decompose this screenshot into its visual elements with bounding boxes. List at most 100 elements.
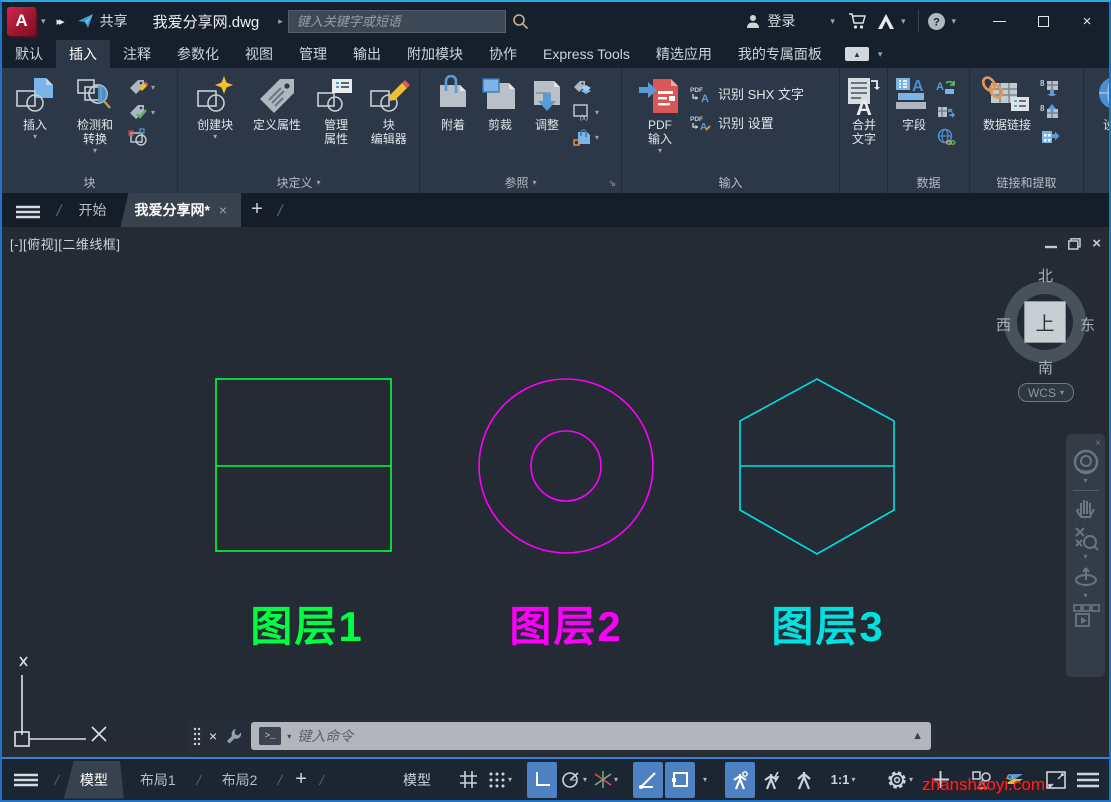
panel-reference-label[interactable]: 参照▾⇘ [420, 171, 621, 193]
set-location-button[interactable]: 设置 [1092, 74, 1109, 133]
navigation-wheel-icon[interactable] [1073, 449, 1099, 475]
tab-annotate[interactable]: 注释 [110, 40, 164, 68]
app-menu-caret-icon[interactable]: ▾ [41, 16, 46, 27]
command-history-toggle-icon[interactable]: ▲ [912, 730, 923, 742]
extract-data-button[interactable] [1040, 128, 1060, 146]
panel-block-label[interactable]: 块 [2, 171, 177, 193]
layout-tab-layout1[interactable]: 布局1 [124, 761, 192, 799]
command-input-area[interactable]: >_ ▾ ▲ [251, 722, 931, 750]
search-input[interactable] [288, 10, 506, 33]
command-customize-wrench-icon[interactable] [225, 727, 243, 745]
attach-button[interactable]: 附着 [430, 74, 476, 133]
ribbon-collapse-button[interactable]: ▲▾ [845, 40, 888, 68]
clip-button[interactable]: 剪裁 [478, 74, 522, 133]
annotation-visibility-toggle[interactable] [725, 762, 755, 798]
annotation-scale-button[interactable] [789, 762, 819, 798]
object-snap-caret-button[interactable]: ▾ [697, 762, 713, 798]
tab-express-tools[interactable]: Express Tools [530, 40, 643, 68]
viewcube-west-label[interactable]: 西 [996, 314, 1011, 335]
viewcube-north-label[interactable]: 北 [1038, 265, 1053, 286]
command-grip-handle[interactable] [193, 727, 201, 745]
frames-button[interactable]: (x) ▾ [572, 103, 599, 121]
download-from-source-button[interactable]: 8 [1040, 78, 1060, 96]
recognition-settings-button[interactable]: PDFA 识别 设置 [690, 113, 804, 132]
layout-tab-layout2[interactable]: 布局2 [206, 761, 274, 799]
navbar-close-icon[interactable]: × [1095, 438, 1101, 449]
layout-menu-hamburger-icon[interactable] [14, 773, 38, 787]
define-attributes-button[interactable]: 定义属性 [244, 74, 310, 133]
detect-convert-button[interactable]: 检测和 转换 ▾ [64, 74, 126, 155]
adjust-button[interactable]: 调整 [524, 74, 570, 133]
manage-attributes-button[interactable]: 管理 属性 [312, 74, 361, 147]
create-block-button[interactable]: 创建块 ▾ [188, 74, 242, 141]
status-customization-button[interactable] [1073, 762, 1103, 798]
new-drawing-button[interactable]: + [241, 196, 273, 227]
underlay-layers-button[interactable] [572, 78, 599, 96]
data-link-button[interactable]: 数据链接 [976, 74, 1038, 133]
tab-parametric[interactable]: 参数化 [164, 40, 232, 68]
file-tab-document[interactable]: 我爱分享网* × [120, 193, 241, 227]
file-tab-close-icon[interactable]: × [219, 202, 227, 218]
polar-caret-icon[interactable]: ▾ [583, 775, 587, 784]
panel-link-extract-label[interactable]: 链接和提取 [970, 171, 1083, 193]
graphics-performance-button[interactable] [999, 762, 1029, 798]
polar-tracking-toggle[interactable]: ▾ [559, 762, 589, 798]
app-store-cart-icon[interactable] [848, 12, 868, 30]
cad-canvas[interactable] [2, 227, 1109, 757]
tab-view[interactable]: 视图 [232, 40, 286, 68]
combine-text-button[interactable]: A 合并 文字 [844, 74, 884, 147]
autodesk-caret-icon[interactable]: ▾ [901, 16, 906, 27]
isolate-objects-button[interactable] [967, 762, 997, 798]
block-editor-button[interactable]: 块 编辑器 [363, 74, 415, 147]
search-icon[interactable] [512, 13, 529, 30]
panel-import-label[interactable]: 输入 [622, 171, 839, 193]
annotation-autoscale-toggle[interactable] [757, 762, 787, 798]
recognize-shx-button[interactable]: PDFA 识别 SHX 文字 [690, 84, 804, 103]
tab-output[interactable]: 输出 [340, 40, 394, 68]
tab-addins[interactable]: 附加模块 [394, 40, 476, 68]
orbit-caret-icon[interactable]: ▾ [1083, 591, 1087, 600]
viewcube-top-face[interactable]: 上 [1024, 301, 1066, 343]
file-tab-start[interactable]: 开始 [64, 193, 120, 227]
wcs-menu[interactable]: WCS▾ [1018, 383, 1074, 402]
viewcube[interactable]: 北 西 东 南 上 WCS▾ [990, 265, 1106, 415]
new-layout-button[interactable]: + [287, 768, 315, 791]
field-button[interactable]: A 字段 [894, 74, 934, 133]
tab-manage[interactable]: 管理 [286, 40, 340, 68]
replace-block-button[interactable] [128, 128, 155, 146]
help-icon[interactable]: ? [927, 12, 946, 31]
sync-attribute-button[interactable]: ▾ [128, 103, 155, 121]
minimize-button[interactable] [977, 2, 1021, 40]
file-tabs-menu-button[interactable] [2, 205, 52, 227]
command-prompt-icon[interactable]: >_ [259, 727, 281, 745]
command-input[interactable] [297, 728, 906, 744]
edit-attribute-button[interactable]: ▾ [128, 78, 155, 96]
snap-mode-toggle[interactable]: ▾ [485, 762, 515, 798]
navigation-wheel-caret-icon[interactable]: ▾ [1083, 476, 1087, 485]
panel-data-label[interactable]: 数据 [888, 171, 969, 193]
scale-selector[interactable]: 1:1 ▾ [821, 762, 865, 798]
insert-block-button[interactable]: 插入 ▾ [8, 74, 62, 141]
grid-display-toggle[interactable] [453, 762, 483, 798]
zoom-caret-icon[interactable]: ▾ [1083, 552, 1087, 561]
layout-tab-model[interactable]: 模型 [64, 761, 124, 799]
upload-to-source-button[interactable]: 8 [1040, 103, 1060, 121]
maximize-button[interactable] [1021, 2, 1065, 40]
reference-dialog-launcher-icon[interactable]: ⇘ [608, 178, 616, 189]
tab-my-panel[interactable]: 我的专属面板 [725, 40, 835, 68]
snap-to-underlays-button[interactable]: ▾ [572, 128, 599, 146]
tab-default[interactable]: 默认 [2, 40, 56, 68]
close-button[interactable]: × [1065, 2, 1109, 40]
object-snap-tracking-toggle[interactable] [633, 762, 663, 798]
snap-caret-icon[interactable]: ▾ [508, 775, 512, 784]
viewcube-south-label[interactable]: 南 [1038, 357, 1053, 378]
drawing-area[interactable]: [-][俯视][二维线框] × [2, 227, 1109, 757]
isometric-caret-icon[interactable]: ▾ [614, 775, 618, 784]
autocad-app-button[interactable]: A [7, 7, 36, 36]
title-flyout-caret-icon[interactable]: ▸ [278, 16, 283, 27]
pan-hand-icon[interactable] [1074, 495, 1098, 519]
tab-insert[interactable]: 插入 [56, 40, 110, 68]
link-table-data-button[interactable] [936, 103, 956, 121]
help-caret-icon[interactable]: ▾ [951, 16, 956, 27]
quick-access-expand-icon[interactable]: ▸▸ [57, 15, 62, 28]
